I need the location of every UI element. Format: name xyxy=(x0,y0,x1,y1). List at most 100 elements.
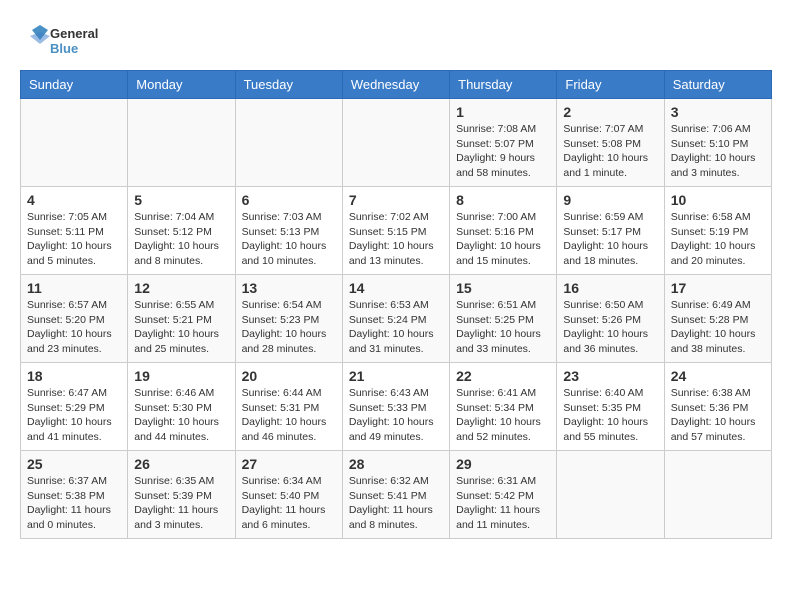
day-info: Sunrise: 7:03 AMSunset: 5:13 PMDaylight:… xyxy=(242,210,336,269)
calendar-cell: 16 Sunrise: 6:50 AMSunset: 5:26 PMDayligh… xyxy=(557,275,664,363)
day-info: Sunrise: 6:40 AMSunset: 5:35 PMDaylight:… xyxy=(563,386,657,445)
day-info: Sunrise: 6:58 AMSunset: 5:19 PMDaylight:… xyxy=(671,210,765,269)
weekday-header-row: SundayMondayTuesdayWednesdayThursdayFrid… xyxy=(21,71,772,99)
calendar-cell: 9 Sunrise: 6:59 AMSunset: 5:17 PMDaylight… xyxy=(557,187,664,275)
calendar-cell: 23 Sunrise: 6:40 AMSunset: 5:35 PMDayligh… xyxy=(557,363,664,451)
day-number: 20 xyxy=(242,368,336,384)
week-row-4: 18 Sunrise: 6:47 AMSunset: 5:29 PMDayligh… xyxy=(21,363,772,451)
header-friday: Friday xyxy=(557,71,664,99)
day-info: Sunrise: 6:47 AMSunset: 5:29 PMDaylight:… xyxy=(27,386,121,445)
day-number: 13 xyxy=(242,280,336,296)
day-number: 28 xyxy=(349,456,443,472)
week-row-5: 25Sunrise: 6:37 AMSunset: 5:38 PMDayligh… xyxy=(21,451,772,539)
day-number: 7 xyxy=(349,192,443,208)
day-info: Sunrise: 6:50 AMSunset: 5:26 PMDaylight:… xyxy=(563,298,657,357)
day-number: 10 xyxy=(671,192,765,208)
svg-text:Blue: Blue xyxy=(50,41,78,56)
day-info: Sunrise: 6:41 AMSunset: 5:34 PMDaylight:… xyxy=(456,386,550,445)
calendar-cell xyxy=(21,99,128,187)
day-info: Sunrise: 6:35 AMSunset: 5:39 PMDaylight:… xyxy=(134,474,228,533)
day-number: 6 xyxy=(242,192,336,208)
calendar-cell: 2Sunrise: 7:07 AMSunset: 5:08 PMDaylight… xyxy=(557,99,664,187)
day-info: Sunrise: 6:55 AMSunset: 5:21 PMDaylight:… xyxy=(134,298,228,357)
calendar-cell: 20 Sunrise: 6:44 AMSunset: 5:31 PMDayligh… xyxy=(235,363,342,451)
header-wednesday: Wednesday xyxy=(342,71,449,99)
day-info: Sunrise: 7:00 AMSunset: 5:16 PMDaylight:… xyxy=(456,210,550,269)
day-info: Sunrise: 7:08 AMSunset: 5:07 PMDaylight:… xyxy=(456,122,550,181)
calendar-cell: 5Sunrise: 7:04 AMSunset: 5:12 PMDaylight… xyxy=(128,187,235,275)
day-info: Sunrise: 6:43 AMSunset: 5:33 PMDaylight:… xyxy=(349,386,443,445)
day-number: 23 xyxy=(563,368,657,384)
day-info: Sunrise: 6:46 AMSunset: 5:30 PMDaylight:… xyxy=(134,386,228,445)
calendar-cell xyxy=(128,99,235,187)
calendar-cell: 12 Sunrise: 6:55 AMSunset: 5:21 PMDayligh… xyxy=(128,275,235,363)
calendar-cell xyxy=(235,99,342,187)
day-number: 22 xyxy=(456,368,550,384)
calendar-cell: 18 Sunrise: 6:47 AMSunset: 5:29 PMDayligh… xyxy=(21,363,128,451)
day-info: Sunrise: 6:32 AMSunset: 5:41 PMDaylight:… xyxy=(349,474,443,533)
day-info: Sunrise: 6:57 AMSunset: 5:20 PMDaylight:… xyxy=(27,298,121,357)
day-number: 19 xyxy=(134,368,228,384)
day-number: 3 xyxy=(671,104,765,120)
calendar-cell: 28 Sunrise: 6:32 AMSunset: 5:41 PMDayligh… xyxy=(342,451,449,539)
day-info: Sunrise: 6:34 AMSunset: 5:40 PMDaylight:… xyxy=(242,474,336,533)
calendar-cell: 24 Sunrise: 6:38 AMSunset: 5:36 PMDayligh… xyxy=(664,363,771,451)
day-number: 9 xyxy=(563,192,657,208)
calendar-cell: 19 Sunrise: 6:46 AMSunset: 5:30 PMDayligh… xyxy=(128,363,235,451)
calendar-cell xyxy=(557,451,664,539)
day-number: 29 xyxy=(456,456,550,472)
day-number: 24 xyxy=(671,368,765,384)
header-saturday: Saturday xyxy=(664,71,771,99)
day-number: 21 xyxy=(349,368,443,384)
day-number: 8 xyxy=(456,192,550,208)
calendar-cell: 29 Sunrise: 6:31 AMSunset: 5:42 PMDayligh… xyxy=(450,451,557,539)
week-row-1: 1 Sunrise: 7:08 AMSunset: 5:07 PMDaylight… xyxy=(21,99,772,187)
header-tuesday: Tuesday xyxy=(235,71,342,99)
calendar-cell: 26 Sunrise: 6:35 AMSunset: 5:39 PMDayligh… xyxy=(128,451,235,539)
day-info: Sunrise: 6:49 AMSunset: 5:28 PMDaylight:… xyxy=(671,298,765,357)
day-number: 4 xyxy=(27,192,121,208)
calendar-cell: 10 Sunrise: 6:58 AMSunset: 5:19 PMDayligh… xyxy=(664,187,771,275)
day-number: 14 xyxy=(349,280,443,296)
day-info: Sunrise: 6:31 AMSunset: 5:42 PMDaylight:… xyxy=(456,474,550,533)
day-info: Sunrise: 6:44 AMSunset: 5:31 PMDaylight:… xyxy=(242,386,336,445)
svg-text:General: General xyxy=(50,26,98,41)
calendar-cell: 17 Sunrise: 6:49 AMSunset: 5:28 PMDayligh… xyxy=(664,275,771,363)
page-header: General Blue xyxy=(20,20,772,60)
calendar-cell: 15 Sunrise: 6:51 AMSunset: 5:25 PMDayligh… xyxy=(450,275,557,363)
day-number: 1 xyxy=(456,104,550,120)
day-number: 17 xyxy=(671,280,765,296)
calendar-cell: 6 Sunrise: 7:03 AMSunset: 5:13 PMDaylight… xyxy=(235,187,342,275)
calendar-cell: 3Sunrise: 7:06 AMSunset: 5:10 PMDaylight… xyxy=(664,99,771,187)
day-info: Sunrise: 6:54 AMSunset: 5:23 PMDaylight:… xyxy=(242,298,336,357)
day-number: 12 xyxy=(134,280,228,296)
day-info: Sunrise: 6:51 AMSunset: 5:25 PMDaylight:… xyxy=(456,298,550,357)
week-row-2: 4 Sunrise: 7:05 AMSunset: 5:11 PMDaylight… xyxy=(21,187,772,275)
day-info: Sunrise: 6:38 AMSunset: 5:36 PMDaylight:… xyxy=(671,386,765,445)
day-number: 18 xyxy=(27,368,121,384)
week-row-3: 11Sunrise: 6:57 AMSunset: 5:20 PMDayligh… xyxy=(21,275,772,363)
day-number: 16 xyxy=(563,280,657,296)
logo: General Blue xyxy=(20,20,110,60)
day-number: 27 xyxy=(242,456,336,472)
calendar-cell: 4 Sunrise: 7:05 AMSunset: 5:11 PMDaylight… xyxy=(21,187,128,275)
header-thursday: Thursday xyxy=(450,71,557,99)
calendar-cell: 21 Sunrise: 6:43 AMSunset: 5:33 PMDayligh… xyxy=(342,363,449,451)
calendar-cell: 27 Sunrise: 6:34 AMSunset: 5:40 PMDayligh… xyxy=(235,451,342,539)
day-info: Sunrise: 6:37 AMSunset: 5:38 PMDaylight:… xyxy=(27,474,121,533)
calendar-cell xyxy=(342,99,449,187)
day-info: Sunrise: 7:02 AMSunset: 5:15 PMDaylight:… xyxy=(349,210,443,269)
logo-svg: General Blue xyxy=(20,20,110,60)
day-number: 15 xyxy=(456,280,550,296)
calendar-cell: 11Sunrise: 6:57 AMSunset: 5:20 PMDayligh… xyxy=(21,275,128,363)
day-info: Sunrise: 7:05 AMSunset: 5:11 PMDaylight:… xyxy=(27,210,121,269)
day-info: Sunrise: 6:59 AMSunset: 5:17 PMDaylight:… xyxy=(563,210,657,269)
header-sunday: Sunday xyxy=(21,71,128,99)
day-number: 26 xyxy=(134,456,228,472)
header-monday: Monday xyxy=(128,71,235,99)
day-number: 5 xyxy=(134,192,228,208)
day-number: 2 xyxy=(563,104,657,120)
calendar-cell: 25Sunrise: 6:37 AMSunset: 5:38 PMDayligh… xyxy=(21,451,128,539)
calendar-cell: 7 Sunrise: 7:02 AMSunset: 5:15 PMDaylight… xyxy=(342,187,449,275)
calendar-cell: 8 Sunrise: 7:00 AMSunset: 5:16 PMDaylight… xyxy=(450,187,557,275)
